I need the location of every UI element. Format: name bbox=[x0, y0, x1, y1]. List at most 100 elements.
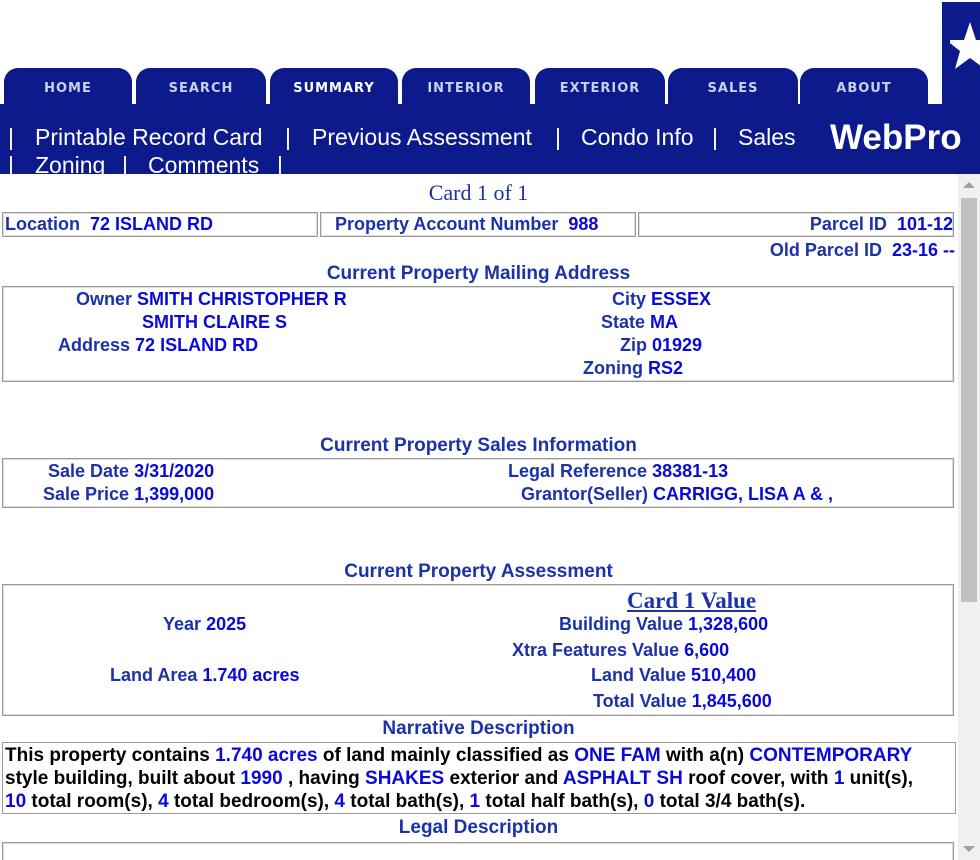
parcel-value: 101-12 bbox=[896, 214, 953, 234]
legal-title: Legal Description bbox=[398, 817, 559, 838]
total-value: 1,845,600 bbox=[691, 691, 772, 711]
tab-sales[interactable]: SALES bbox=[668, 68, 798, 104]
city-value: ESSEX bbox=[651, 289, 712, 309]
narrative-fragment: exterior and bbox=[444, 768, 563, 789]
address-label: Address bbox=[58, 335, 131, 355]
mailing-title: Current Property Mailing Address bbox=[326, 263, 631, 284]
scroll-down-icon[interactable] bbox=[963, 846, 975, 852]
tab-interior[interactable]: INTERIOR bbox=[402, 68, 530, 104]
narrative-acres: 1.740 acres bbox=[215, 745, 318, 766]
account-value: 988 bbox=[568, 214, 599, 234]
narrative-fragment: total bath(s), bbox=[344, 791, 470, 812]
mailing-box: Owner SMITH CHRISTOPHER R SMITH CLAIRE S… bbox=[2, 286, 954, 382]
tab-home[interactable]: HOME bbox=[4, 68, 132, 104]
legal-ref-label: Legal Reference bbox=[508, 461, 648, 481]
sub-navigation: | Printable Record Card | Previous Asses… bbox=[0, 104, 980, 178]
parcel-cell: Parcel ID 101-12 bbox=[638, 212, 954, 237]
land-value: 510,400 bbox=[691, 665, 757, 685]
condo-info-link[interactable]: Condo Info bbox=[581, 124, 694, 151]
sale-price-value: 1,399,000 bbox=[134, 484, 215, 504]
narrative-fragment: unit(s), bbox=[844, 768, 913, 789]
narrative-fragment: with a(n) bbox=[660, 745, 750, 766]
printable-record-card-link[interactable]: Printable Record Card bbox=[35, 124, 263, 151]
narrative-text: This property contains 1.740 acres of la… bbox=[2, 742, 956, 814]
nav-separator: | bbox=[555, 124, 561, 150]
narrative-exterior: SHAKES bbox=[365, 768, 445, 789]
parcel-label: Parcel ID bbox=[809, 214, 887, 234]
webpro-brand: WebPro bbox=[830, 118, 962, 157]
narrative-class: ONE FAM bbox=[574, 745, 661, 766]
location-label: Location bbox=[5, 214, 80, 234]
narrative-fragment: total room(s), bbox=[26, 791, 159, 812]
tab-exterior[interactable]: EXTERIOR bbox=[535, 68, 665, 104]
old-parcel-label: Old Parcel ID bbox=[769, 240, 882, 260]
property-summary: Card 1 of 1 Location 72 ISLAND RD Proper… bbox=[0, 174, 957, 860]
narrative-fragment: total 3/4 bath(s). bbox=[654, 791, 806, 812]
narrative-fragment: This property contains bbox=[5, 745, 216, 766]
card-value-heading: Card 1 Value bbox=[627, 588, 757, 613]
state-label: State bbox=[601, 312, 646, 332]
grantor-value: CARRIGG, LISA A & , bbox=[653, 484, 834, 504]
nav-separator: | bbox=[8, 124, 14, 150]
old-parcel-value: 23-16 -- bbox=[891, 240, 955, 260]
narrative-title: Narrative Description bbox=[382, 718, 575, 739]
state-value: MA bbox=[650, 312, 679, 332]
nav-separator: | bbox=[712, 124, 718, 150]
nav-separator: | bbox=[285, 124, 291, 150]
total-value-label: Total Value bbox=[593, 691, 687, 711]
narrative-year: 1990 bbox=[240, 768, 283, 789]
legal-box bbox=[2, 842, 954, 860]
tab-search[interactable]: SEARCH bbox=[136, 68, 266, 104]
sales-link[interactable]: Sales bbox=[738, 124, 796, 151]
previous-assessment-link[interactable]: Previous Assessment bbox=[312, 124, 532, 151]
narrative-style: CONTEMPORARY bbox=[749, 745, 913, 766]
account-cell: Property Account Number 988 bbox=[320, 212, 636, 237]
location-cell: Location 72 ISLAND RD bbox=[2, 212, 318, 237]
location-value: 72 ISLAND RD bbox=[90, 214, 214, 234]
card-counter: Card 1 of 1 bbox=[428, 180, 529, 205]
sales-box: Sale Date 3/31/2020 Sale Price 1,399,000… bbox=[2, 458, 954, 508]
narrative-baths: 4 bbox=[334, 791, 345, 812]
year-label: Year bbox=[163, 614, 202, 634]
assessment-title: Current Property Assessment bbox=[344, 561, 613, 582]
grantor-label: Grantor(Seller) bbox=[521, 484, 649, 504]
year-value: 2025 bbox=[206, 614, 247, 634]
sales-title: Current Property Sales Information bbox=[320, 435, 637, 456]
zoning-value: RS2 bbox=[648, 358, 684, 378]
zip-label: Zip bbox=[620, 335, 647, 355]
narrative-fragment: style building, built about bbox=[5, 768, 241, 789]
xtra-features-value: 6,600 bbox=[684, 640, 730, 660]
vertical-scrollbar[interactable] bbox=[958, 174, 980, 860]
tab-about[interactable]: ABOUT bbox=[800, 68, 928, 104]
narrative-fragment: total half bath(s), bbox=[480, 791, 644, 812]
scrollbar-thumb[interactable] bbox=[961, 198, 977, 602]
owner-label: Owner bbox=[76, 289, 133, 309]
narrative-half-baths: 1 bbox=[469, 791, 481, 812]
building-value: 1,328,600 bbox=[688, 614, 769, 634]
scroll-up-icon[interactable] bbox=[963, 182, 975, 188]
narrative-units: 1 bbox=[833, 768, 845, 789]
narrative-fragment: total bedroom(s), bbox=[168, 791, 335, 812]
narrative-fragment: roof cover, with bbox=[682, 768, 834, 789]
assessment-box: Card 1 Value Year 2025 Land Area 1.740 a… bbox=[2, 584, 954, 716]
land-value-label: Land Value bbox=[591, 665, 687, 685]
narrative-three-quarter-baths: 0 bbox=[643, 791, 655, 812]
legal-ref-value: 38381-13 bbox=[652, 461, 729, 481]
star-logo-icon bbox=[942, 2, 980, 104]
narrative-fragment: of land mainly classified as bbox=[317, 745, 575, 766]
zoning-label: Zoning bbox=[583, 358, 643, 378]
owner2-value: SMITH CLAIRE S bbox=[142, 312, 288, 332]
narrative-roof: ASPHALT SH bbox=[562, 768, 683, 789]
narrative-fragment: , having bbox=[282, 768, 366, 789]
city-label: City bbox=[612, 289, 647, 309]
narrative-bedrooms: 4 bbox=[158, 791, 169, 812]
land-area-label: Land Area bbox=[110, 665, 198, 685]
owner1-value: SMITH CHRISTOPHER R bbox=[137, 289, 347, 309]
building-value-label: Building Value bbox=[559, 614, 684, 634]
zip-value: 01929 bbox=[652, 335, 703, 355]
sale-price-label: Sale Price bbox=[43, 484, 130, 504]
tab-summary[interactable]: SUMMARY bbox=[270, 68, 398, 104]
xtra-features-label: Xtra Features Value bbox=[512, 640, 680, 660]
sale-date-label: Sale Date bbox=[48, 461, 130, 481]
sale-date-value: 3/31/2020 bbox=[134, 461, 215, 481]
